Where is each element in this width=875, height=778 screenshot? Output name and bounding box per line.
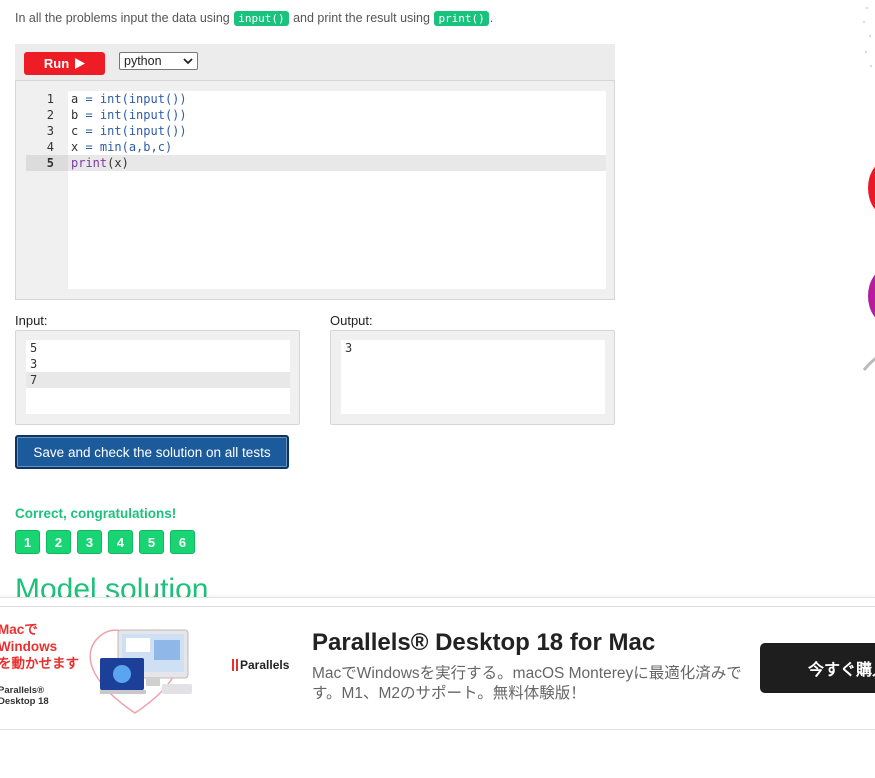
advertisement-banner[interactable]: Macで Windows を動かせます Parallels® Desktop 1…: [0, 597, 875, 730]
code-token: int(input()): [99, 92, 187, 106]
code-token: int(input()): [99, 124, 187, 138]
run-button[interactable]: Run: [24, 52, 105, 75]
ad-title[interactable]: Parallels® Desktop 18 for Mac: [312, 629, 655, 657]
chevron-down-icon: [183, 58, 193, 65]
code-token: =: [78, 140, 100, 154]
instructions-prefix: In all the problems input the data using: [15, 11, 230, 25]
test-badge[interactable]: 2: [46, 530, 71, 554]
input-code-badge: input(): [234, 11, 289, 26]
input-line-active: 7: [26, 372, 290, 388]
output-panel: 3: [330, 330, 615, 425]
parallels-bars-icon: [232, 659, 238, 671]
ad-buy-now-button[interactable]: 今すぐ購入: [760, 643, 875, 693]
language-select[interactable]: python: [119, 52, 198, 70]
code-token: =: [78, 92, 100, 106]
side-scroll-icon: [862, 356, 875, 371]
play-icon: [75, 58, 86, 69]
ad-product-brand: Parallels® Desktop 18: [0, 685, 49, 707]
side-share-button-purple[interactable]: [868, 268, 875, 324]
input-panel: 5 3 7: [15, 330, 300, 425]
code-token: min(a,b,c): [99, 140, 173, 154]
code-line[interactable]: x = min(a,b,c): [68, 139, 606, 155]
ad-tagline-line: を動かせます: [0, 656, 79, 671]
side-share-button-red[interactable]: [868, 160, 875, 216]
test-badge[interactable]: 6: [170, 530, 195, 554]
ad-brand-line: Desktop 18: [0, 696, 49, 707]
output-label: Output:: [330, 313, 373, 328]
instructions-suffix: .: [489, 11, 494, 25]
language-select-value: python: [124, 54, 162, 68]
test-badge[interactable]: 4: [108, 530, 133, 554]
code-line[interactable]: b = int(input()): [68, 107, 606, 123]
run-button-label: Run: [43, 56, 70, 71]
instructions-middle: and print the result using: [293, 11, 430, 25]
code-token: =: [78, 108, 100, 122]
code-token: print: [71, 156, 108, 170]
line-number: 4: [46, 140, 54, 154]
mac-devices-image: [100, 629, 192, 694]
input-line: 3: [30, 357, 38, 371]
ad-brand-line: Parallels®: [0, 685, 45, 696]
line-number: 3: [46, 124, 54, 138]
test-results: 1 2 3 4 5 6: [15, 530, 195, 554]
line-number: 1: [46, 92, 54, 106]
parallels-logo: Parallels: [232, 658, 289, 672]
code-line-active[interactable]: print(x): [68, 155, 606, 171]
code-text-area[interactable]: a = int(input()) b = int(input()) c = in…: [68, 91, 606, 289]
line-number-active: 5: [26, 155, 68, 171]
code-editor[interactable]: 1 2 3 4 5 a = int(input()) b = int(input…: [15, 80, 615, 300]
output-textarea[interactable]: 3: [341, 340, 605, 414]
parallels-logo-text: Parallels: [240, 658, 290, 672]
code-line[interactable]: a = int(input()): [68, 91, 606, 107]
input-textarea[interactable]: 5 3 7: [26, 340, 290, 414]
model-solution-heading: Model solution: [15, 573, 209, 600]
ad-tagline: Macで Windows を動かせます: [0, 621, 79, 672]
ad-tagline-line: Macで: [0, 622, 38, 637]
decorative-sparkle-icon: [862, 6, 873, 68]
line-number: 2: [46, 108, 54, 122]
code-token: =: [78, 124, 100, 138]
editor-toolbar: Run python: [15, 44, 615, 80]
ad-description: MacでWindowsを実行する。macOS Montereyに最適化済みです。…: [312, 665, 742, 702]
line-number-gutter: 1 2 3 4 5: [26, 91, 68, 289]
result-message: Correct, congratulations!: [15, 506, 177, 521]
instructions-text: In all the problems input the data using…: [15, 11, 493, 26]
ad-divider: [0, 606, 875, 607]
print-code-badge: print(): [434, 11, 489, 26]
test-badge[interactable]: 1: [15, 530, 40, 554]
input-line: 5: [30, 341, 38, 355]
test-badge[interactable]: 5: [139, 530, 164, 554]
input-label: Input:: [15, 313, 48, 328]
ad-tagline-line: Windows: [0, 639, 58, 654]
code-line[interactable]: c = int(input()): [68, 123, 606, 139]
code-token: (x): [107, 156, 129, 170]
code-token: int(input()): [99, 108, 187, 122]
test-badge[interactable]: 3: [77, 530, 102, 554]
output-line: 3: [345, 341, 353, 355]
save-and-check-button[interactable]: Save and check the solution on all tests: [15, 435, 289, 469]
